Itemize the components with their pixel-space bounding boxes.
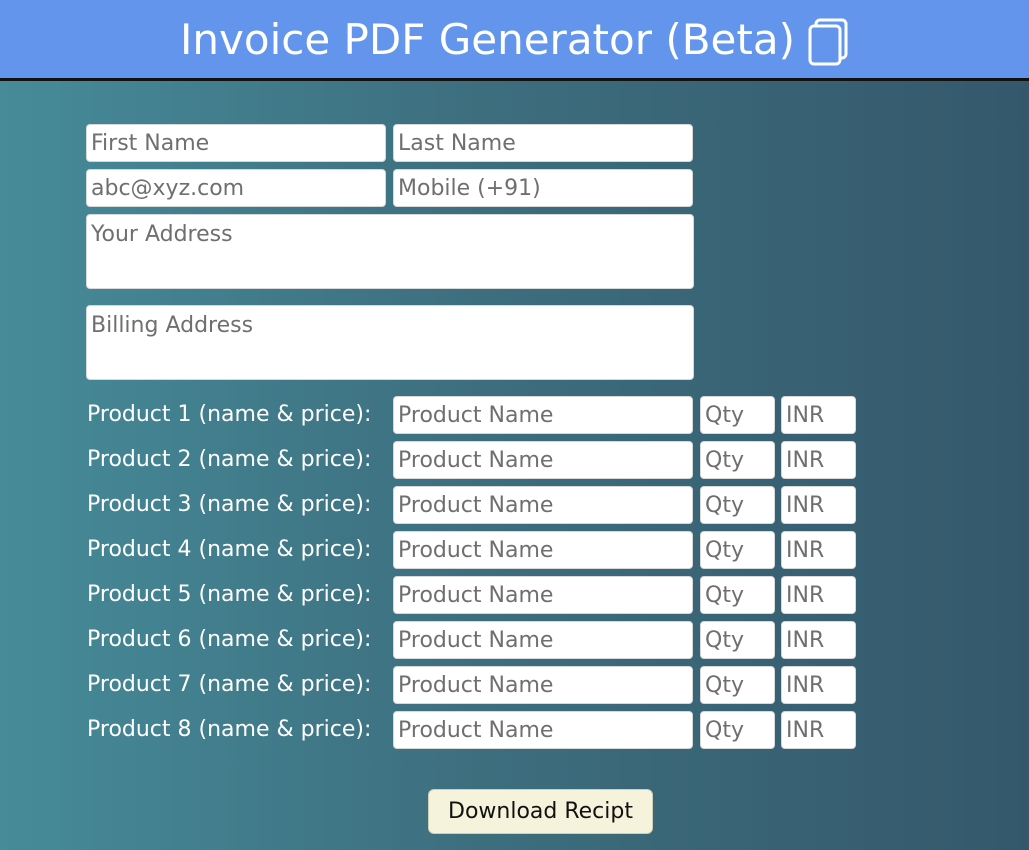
product-price-input[interactable] [781, 576, 856, 614]
product-name-input[interactable] [393, 486, 693, 524]
product-qty-input[interactable] [700, 486, 775, 524]
product-price-input[interactable] [781, 666, 856, 704]
product-label: Product 6 (name & price): [87, 627, 372, 652]
product-qty-input[interactable] [700, 711, 775, 749]
product-price-input[interactable] [781, 531, 856, 569]
page-title: Invoice PDF Generator (Beta) [180, 14, 795, 64]
billing-address-textarea[interactable] [86, 305, 694, 380]
product-label: Product 7 (name & price): [87, 672, 372, 697]
product-label: Product 2 (name & price): [87, 447, 372, 472]
product-qty-input[interactable] [700, 666, 775, 704]
product-name-input[interactable] [393, 531, 693, 569]
product-qty-input[interactable] [700, 621, 775, 659]
email-input[interactable] [86, 169, 386, 207]
mobile-input[interactable] [393, 169, 693, 207]
product-label: Product 8 (name & price): [87, 717, 372, 742]
product-name-input[interactable] [393, 711, 693, 749]
product-name-input[interactable] [393, 666, 693, 704]
copy-icon [808, 18, 848, 66]
product-label: Product 3 (name & price): [87, 492, 372, 517]
product-qty-input[interactable] [700, 531, 775, 569]
address-textarea[interactable] [86, 214, 694, 289]
download-receipt-button[interactable]: Download Recipt [428, 789, 653, 834]
product-name-input[interactable] [393, 441, 693, 479]
product-qty-input[interactable] [700, 576, 775, 614]
product-price-input[interactable] [781, 486, 856, 524]
product-price-input[interactable] [781, 621, 856, 659]
last-name-input[interactable] [393, 124, 693, 162]
product-label: Product 5 (name & price): [87, 582, 372, 607]
product-label: Product 4 (name & price): [87, 537, 372, 562]
product-qty-input[interactable] [700, 441, 775, 479]
product-price-input[interactable] [781, 711, 856, 749]
product-price-input[interactable] [781, 441, 856, 479]
product-name-input[interactable] [393, 621, 693, 659]
product-name-input[interactable] [393, 396, 693, 434]
product-label: Product 1 (name & price): [87, 402, 372, 427]
product-name-input[interactable] [393, 576, 693, 614]
app-header: Invoice PDF Generator (Beta) [0, 0, 1029, 81]
product-qty-input[interactable] [700, 396, 775, 434]
product-price-input[interactable] [781, 396, 856, 434]
first-name-input[interactable] [86, 124, 386, 162]
